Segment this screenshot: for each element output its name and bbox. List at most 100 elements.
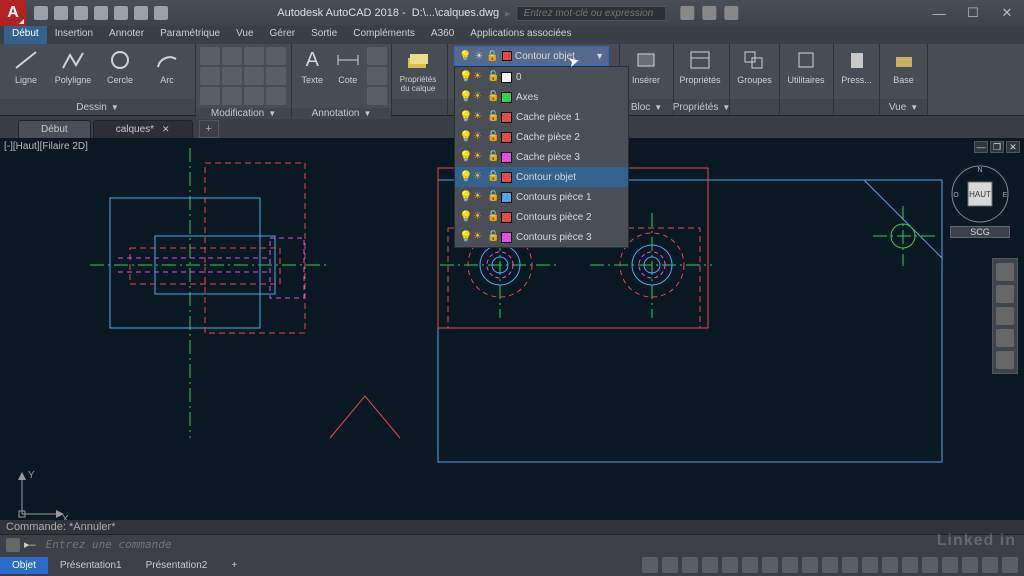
otrack-icon[interactable] xyxy=(762,557,778,573)
sun-icon[interactable]: ☀ xyxy=(473,132,483,142)
lock-icon[interactable]: 🔓 xyxy=(487,232,497,242)
sun-icon[interactable]: ☀ xyxy=(473,152,483,162)
lock-icon[interactable]: 🔓 xyxy=(487,212,497,222)
tab-vue[interactable]: Vue xyxy=(228,26,261,44)
cycling-icon[interactable] xyxy=(822,557,838,573)
lock-icon[interactable]: 🔓 xyxy=(487,72,497,82)
command-input[interactable] xyxy=(46,538,1018,551)
table-icon[interactable] xyxy=(367,67,387,85)
layer-properties-button[interactable]: Propriétés du calque xyxy=(396,47,440,93)
tab-apps-associees[interactable]: Applications associées xyxy=(462,26,579,44)
hatch-icon[interactable] xyxy=(367,87,387,105)
layer-row[interactable]: 💡 ☀ 🔓 Cache pièce 2 xyxy=(455,127,628,147)
lock-icon[interactable]: 🔓 xyxy=(487,172,497,182)
bulb-icon[interactable]: 💡 xyxy=(459,172,469,182)
bulb-icon[interactable]: 💡 xyxy=(459,132,469,142)
sun-icon[interactable]: ☀ xyxy=(473,112,483,122)
layer-row[interactable]: 💡 ☀ 🔓 Contour objet xyxy=(455,167,628,187)
arc-button[interactable]: Arc xyxy=(145,47,189,85)
rotate-icon[interactable] xyxy=(222,47,242,65)
wheel-icon[interactable] xyxy=(996,263,1014,281)
isolate-icon[interactable] xyxy=(942,557,958,573)
zoom-icon[interactable] xyxy=(996,307,1014,325)
chevron-down-icon[interactable]: ▼ xyxy=(363,109,371,118)
scg-label[interactable]: SCG xyxy=(950,226,1010,238)
ortho-icon[interactable] xyxy=(702,557,718,573)
app-logo[interactable]: A xyxy=(0,0,26,26)
chevron-down-icon[interactable]: ▼ xyxy=(268,109,276,118)
lock-icon[interactable]: 🔓 xyxy=(487,192,497,202)
units-icon[interactable] xyxy=(902,557,918,573)
tab-parametrique[interactable]: Paramétrique xyxy=(152,26,228,44)
copy-icon[interactable] xyxy=(200,67,220,85)
tab-annoter[interactable]: Annoter xyxy=(101,26,152,44)
bulb-icon[interactable]: 💡 xyxy=(459,152,469,162)
polyline-button[interactable]: Polyligne xyxy=(51,47,95,85)
qat-open-icon[interactable] xyxy=(54,6,68,20)
showmotion-icon[interactable] xyxy=(996,351,1014,369)
properties-button[interactable]: Propriétés xyxy=(678,47,722,85)
dimension-button[interactable]: Cote xyxy=(332,47,365,85)
bulb-icon[interactable]: 💡 xyxy=(459,212,469,222)
tab-sortie[interactable]: Sortie xyxy=(303,26,345,44)
workspace-icon[interactable] xyxy=(862,557,878,573)
bulb-icon[interactable]: 💡 xyxy=(459,112,469,122)
bulb-icon[interactable]: 💡 xyxy=(459,72,469,82)
tab-debut[interactable]: Début xyxy=(4,26,47,44)
layer-row[interactable]: 💡 ☀ 🔓 Axes xyxy=(455,87,628,107)
layer-row[interactable]: 💡 ☀ 🔓 Contours pièce 3 xyxy=(455,227,628,247)
circle-button[interactable]: Cercle xyxy=(98,47,142,85)
trim-icon[interactable] xyxy=(244,47,264,65)
search-input[interactable] xyxy=(517,6,667,21)
grid-icon[interactable] xyxy=(662,557,678,573)
text-button[interactable]: ATexte xyxy=(296,47,329,85)
new-tab-button[interactable]: + xyxy=(199,120,219,138)
utilities-button[interactable]: Utilitaires xyxy=(784,47,828,85)
polar-icon[interactable] xyxy=(722,557,738,573)
qat-save-icon[interactable] xyxy=(74,6,88,20)
add-layout-button[interactable]: + xyxy=(219,557,249,574)
move-icon[interactable] xyxy=(200,47,220,65)
annomonitor-icon[interactable] xyxy=(882,557,898,573)
viewcube[interactable]: HAUT N E O SCG xyxy=(950,164,1010,224)
chevron-down-icon[interactable]: ▼ xyxy=(111,103,119,112)
sun-icon[interactable]: ☀ xyxy=(473,192,483,202)
close-icon[interactable]: ✕ xyxy=(162,124,170,134)
fillet-icon[interactable] xyxy=(244,67,264,85)
base-button[interactable]: Base xyxy=(884,47,923,85)
mirror-icon[interactable] xyxy=(222,67,242,85)
orbit-icon[interactable] xyxy=(996,329,1014,347)
lock-icon[interactable]: 🔓 xyxy=(487,112,497,122)
filetab-debut[interactable]: Début xyxy=(18,120,91,138)
bulb-icon[interactable]: 💡 xyxy=(459,92,469,102)
help-icon[interactable] xyxy=(725,6,739,20)
tab-presentation2[interactable]: Présentation2 xyxy=(134,557,220,574)
layer-combo[interactable]: 💡 ☀ 🔓 Contour objet ▼ xyxy=(454,46,609,66)
clipboard-button[interactable]: Press... xyxy=(838,47,875,85)
close-button[interactable]: ✕ xyxy=(990,0,1024,26)
tab-objet[interactable]: Objet xyxy=(0,557,48,574)
model-icon[interactable] xyxy=(642,557,658,573)
transparency-icon[interactable] xyxy=(802,557,818,573)
groups-button[interactable]: Groupes xyxy=(734,47,775,85)
lock-icon[interactable]: 🔓 xyxy=(487,92,497,102)
tab-gerer[interactable]: Gérer xyxy=(262,26,304,44)
hardware-icon[interactable] xyxy=(962,557,978,573)
sun-icon[interactable]: ☀ xyxy=(473,92,483,102)
layer-row[interactable]: 💡 ☀ 🔓 0 xyxy=(455,67,628,87)
bulb-icon[interactable]: 💡 xyxy=(459,232,469,242)
sun-icon[interactable]: ☀ xyxy=(473,212,483,222)
annoscale-icon[interactable] xyxy=(842,557,858,573)
erase-icon[interactable] xyxy=(266,87,286,105)
stretch-icon[interactable] xyxy=(200,87,220,105)
sun-icon[interactable]: ☀ xyxy=(473,172,483,182)
lock-icon[interactable]: 🔓 xyxy=(487,152,497,162)
cleanscreen-icon[interactable] xyxy=(982,557,998,573)
layer-row[interactable]: 💡 ☀ 🔓 Contours pièce 2 xyxy=(455,207,628,227)
qat-undo-icon[interactable] xyxy=(134,6,148,20)
line-button[interactable]: Ligne xyxy=(4,47,48,85)
qat-redo-icon[interactable] xyxy=(154,6,168,20)
exchange-icon[interactable] xyxy=(703,6,717,20)
insert-button[interactable]: Insérer xyxy=(624,47,668,85)
sun-icon[interactable]: ☀ xyxy=(473,72,483,82)
